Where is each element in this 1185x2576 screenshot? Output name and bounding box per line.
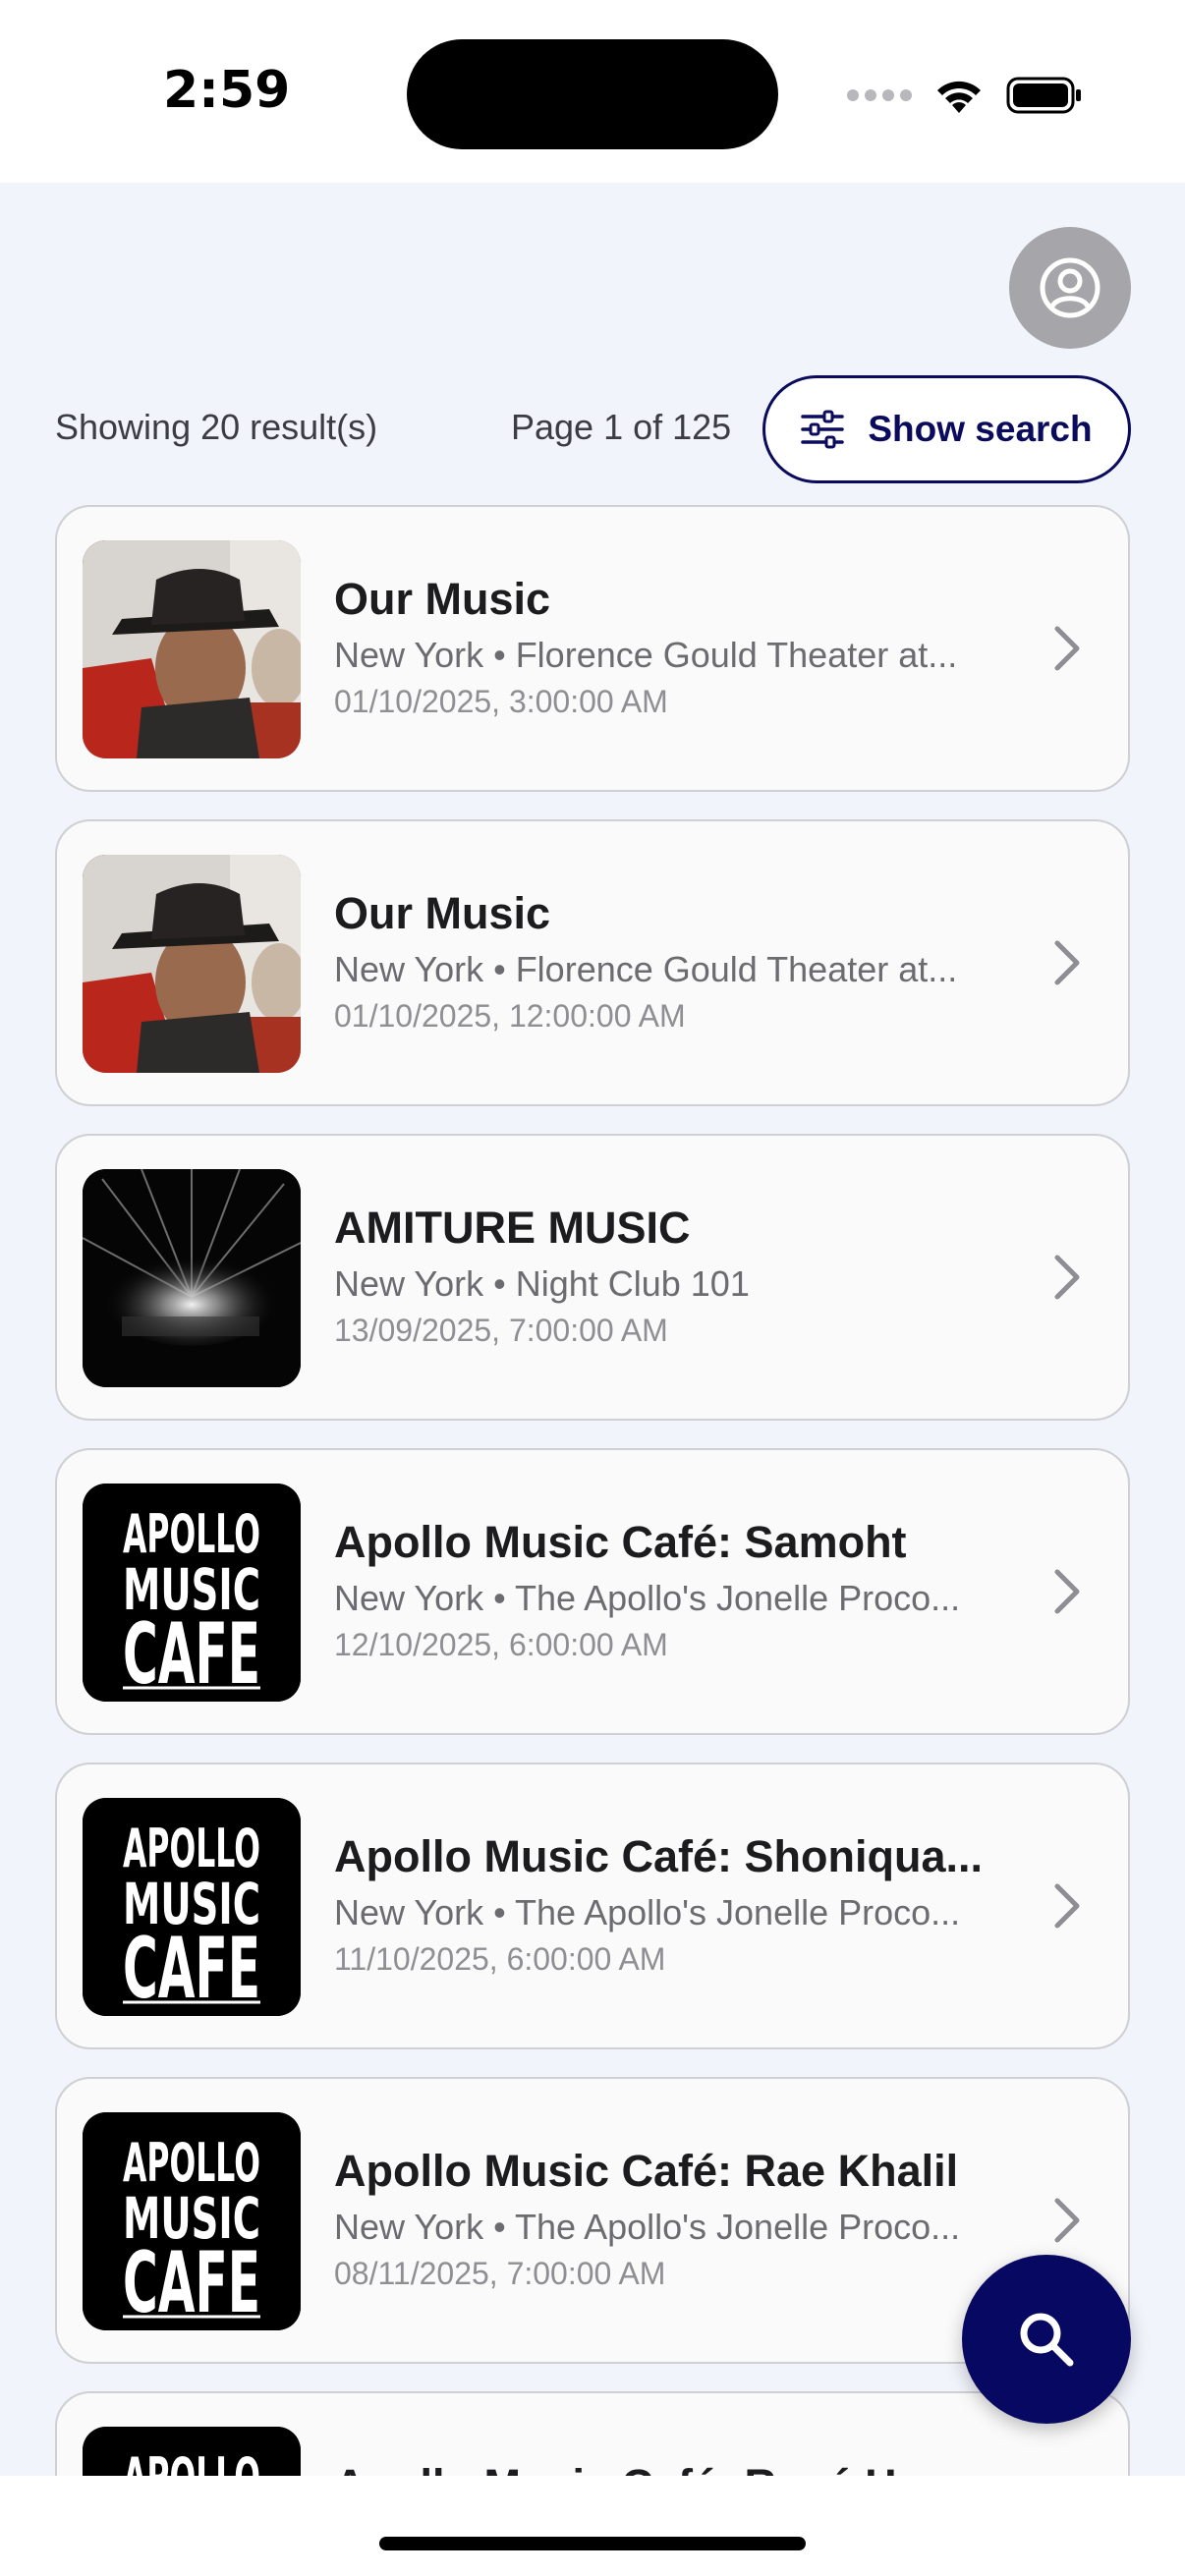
event-card[interactable]: APOLLO MUSIC CAFE Apollo Music Café: Sam… [55,1448,1130,1735]
event-date: 13/09/2025, 7:00:00 AM [334,1313,668,1348]
status-bar: 2:59 [0,0,1185,183]
event-thumbnail: APOLLO MUSIC CAFE [83,1798,301,2016]
event-date: 01/10/2025, 3:00:00 AM [334,684,668,719]
sliders-icon [801,410,845,449]
apollo-logo-image: APOLLO MUSIC CAFE [83,2427,301,2476]
user-icon [1040,257,1100,318]
event-thumbnail-photo [83,1169,301,1387]
profile-button[interactable] [1009,227,1131,349]
status-time: 2:59 [163,61,291,120]
event-title: Apollo Music Café: René H... [334,2460,1022,2476]
event-title: Apollo Music Café: Shoniqua... [334,1831,984,1881]
event-title: Our Music [334,574,551,624]
cellular-signal-icon [847,89,912,101]
chevron-right-icon [1054,2198,1080,2243]
event-thumbnail [83,855,301,1073]
main-content: Showing 20 result(s) Page 1 of 125 Show … [0,183,1185,2476]
event-card[interactable]: APOLLO MUSIC CAFE Apollo Music Café: Ren… [55,2391,1130,2476]
event-thumbnail: APOLLO MUSIC CAFE [83,1484,301,1702]
event-card[interactable]: APOLLO MUSIC CAFE Apollo Music Café: Sho… [55,1763,1130,2049]
event-location: New York • The Apollo's Jonelle Proco... [334,2207,961,2247]
event-location: New York • The Apollo's Jonelle Proco... [334,1578,961,1618]
apollo-logo-image: APOLLO MUSIC CAFE [83,2112,301,2330]
wifi-icon [937,81,981,113]
event-location: New York • Florence Gould Theater at... [334,949,958,989]
page-indicator: Page 1 of 125 [511,407,732,447]
event-location: New York • Florence Gould Theater at... [334,635,958,675]
event-title: AMITURE MUSIC [334,1203,691,1253]
home-indicator[interactable] [379,2537,806,2550]
event-date: 01/10/2025, 12:00:00 AM [334,998,686,1034]
battery-icon [1006,77,1081,114]
event-thumbnail: APOLLO MUSIC CAFE [83,2112,301,2330]
event-thumbnail [83,540,301,758]
event-thumbnail-photo [83,855,301,1073]
event-card[interactable]: AMITURE MUSIC New York • Night Club 101 13… [55,1134,1130,1421]
event-thumbnail: APOLLO MUSIC CAFE [83,2427,301,2476]
event-date: 08/11/2025, 7:00:00 AM [334,2256,666,2291]
event-card[interactable]: Our Music New York • Florence Gould Theat… [55,505,1130,792]
event-card[interactable]: Our Music New York • Florence Gould Theat… [55,819,1130,1106]
search-fab-button[interactable] [962,2255,1131,2424]
event-date: 11/10/2025, 6:00:00 AM [334,1941,666,1977]
event-title: Apollo Music Café: Rae Khalil [334,2146,959,2196]
chevron-right-icon [1054,1255,1080,1300]
show-search-label: Show search [868,409,1093,449]
event-location: New York • The Apollo's Jonelle Proco... [334,1892,961,1932]
show-search-button[interactable]: Show search [762,375,1131,483]
results-count: Showing 20 result(s) [55,407,378,447]
apollo-logo-line-1: APOLLO [123,2446,260,2476]
apollo-logo-image: APOLLO MUSIC CAFE [83,1798,301,2016]
status-icons [847,71,1083,120]
event-thumbnail-photo [83,540,301,758]
event-date: 12/10/2025, 6:00:00 AM [334,1627,668,1662]
event-thumbnail [83,1169,301,1387]
dynamic-island [407,39,778,149]
event-location: New York • Night Club 101 [334,1263,750,1304]
chevron-right-icon [1054,1569,1080,1614]
chevron-right-icon [1054,626,1080,671]
chevron-right-icon [1054,940,1080,985]
event-title: Our Music [334,888,551,938]
bottom-safe-area [0,2476,1185,2576]
search-icon [1020,2313,1074,2367]
chevron-right-icon [1054,1883,1080,1929]
apollo-logo-image: APOLLO MUSIC CAFE [83,1484,301,1702]
event-title: Apollo Music Café: Samoht [334,1517,907,1567]
